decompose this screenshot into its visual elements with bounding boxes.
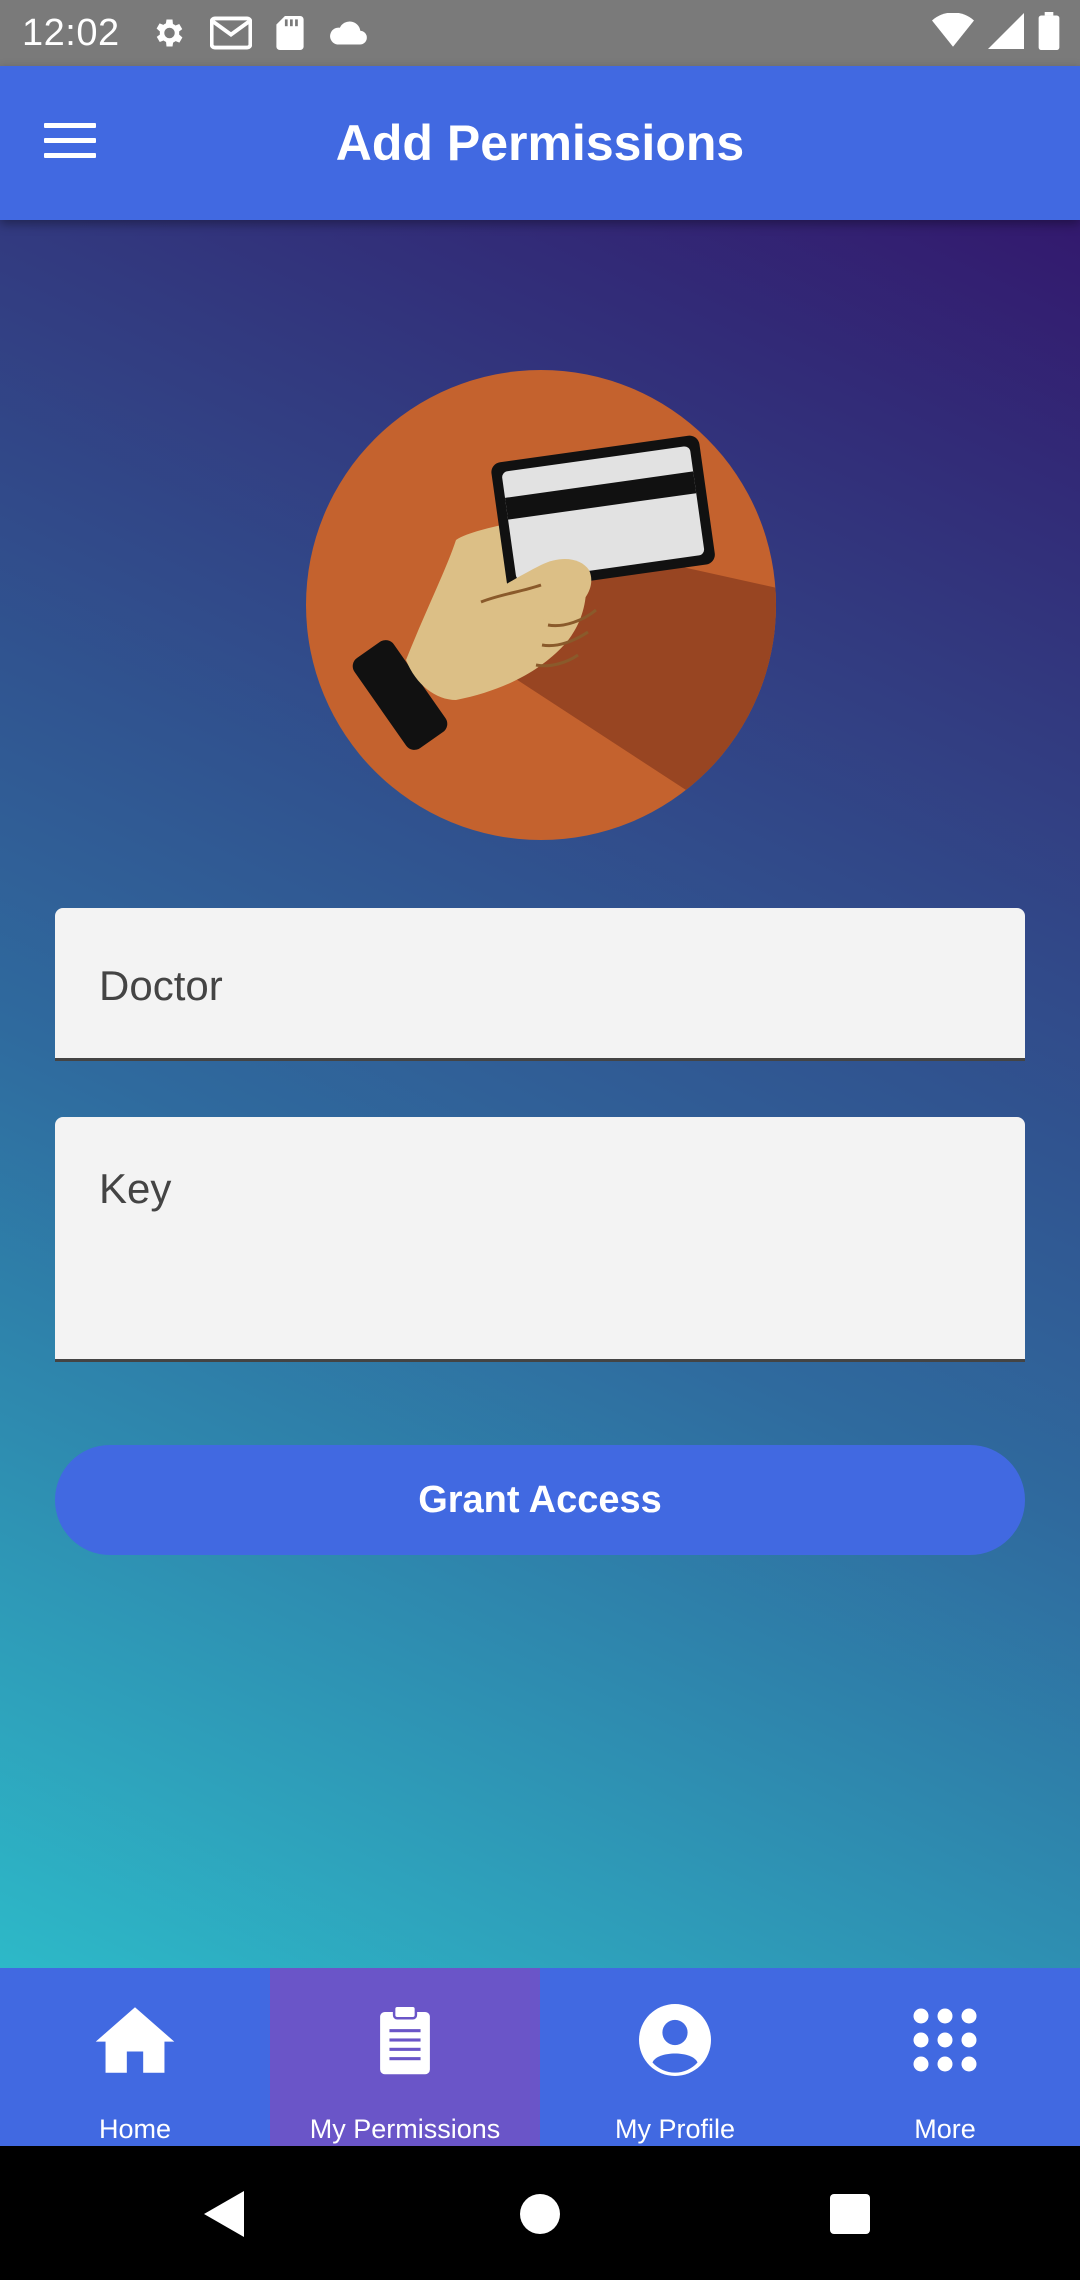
- nav-my-permissions[interactable]: My Permissions: [270, 1968, 540, 2146]
- nav-home[interactable]: Home: [0, 1968, 270, 2146]
- cloud-icon: [329, 21, 367, 45]
- recents-icon[interactable]: [830, 2194, 870, 2234]
- status-bar: 12:02: [0, 0, 1080, 66]
- key-placeholder: Key: [99, 1165, 172, 1212]
- battery-icon: [1038, 12, 1060, 50]
- nav-my-profile-label: My Profile: [614, 2114, 736, 2144]
- nav-my-profile[interactable]: My Profile: [540, 1968, 810, 2146]
- status-time: 12:02: [22, 11, 120, 54]
- clipboard-icon: [380, 2004, 430, 2075]
- status-right-icons: [932, 12, 1060, 50]
- nav-more-label: More: [914, 2114, 976, 2144]
- doctor-placeholder: Doctor: [99, 962, 223, 1009]
- page-title: Add Permissions: [335, 115, 745, 171]
- settings-icon: [156, 19, 182, 47]
- signal-icon: [988, 13, 1024, 49]
- bottom-navigation: Home My Permissions My Profile More: [0, 1968, 1080, 2146]
- status-left-icons: [150, 15, 368, 51]
- system-navigation-bar: [0, 2146, 1080, 2280]
- back-icon[interactable]: [204, 2191, 244, 2237]
- key-field[interactable]: Key: [55, 1117, 1025, 1362]
- profile-icon: [639, 2004, 711, 2076]
- app-bar: Add Permissions: [0, 66, 1080, 220]
- doctor-field[interactable]: Doctor: [55, 908, 1025, 1061]
- gmail-icon: [209, 16, 252, 50]
- sd-card-icon: [275, 16, 304, 50]
- grid-icon: [913, 2008, 977, 2072]
- nav-more[interactable]: More: [810, 1968, 1080, 2146]
- home-circle-icon[interactable]: [520, 2194, 560, 2234]
- grant-access-button[interactable]: Grant Access: [55, 1445, 1025, 1555]
- nav-my-permissions-label: My Permissions: [309, 2114, 501, 2144]
- nav-home-label: Home: [98, 2114, 172, 2144]
- hand-holding-card-illustration: [306, 370, 776, 840]
- wifi-icon: [932, 13, 974, 47]
- home-icon: [95, 2007, 175, 2073]
- main-content: Doctor Key Grant Access: [0, 220, 1080, 1968]
